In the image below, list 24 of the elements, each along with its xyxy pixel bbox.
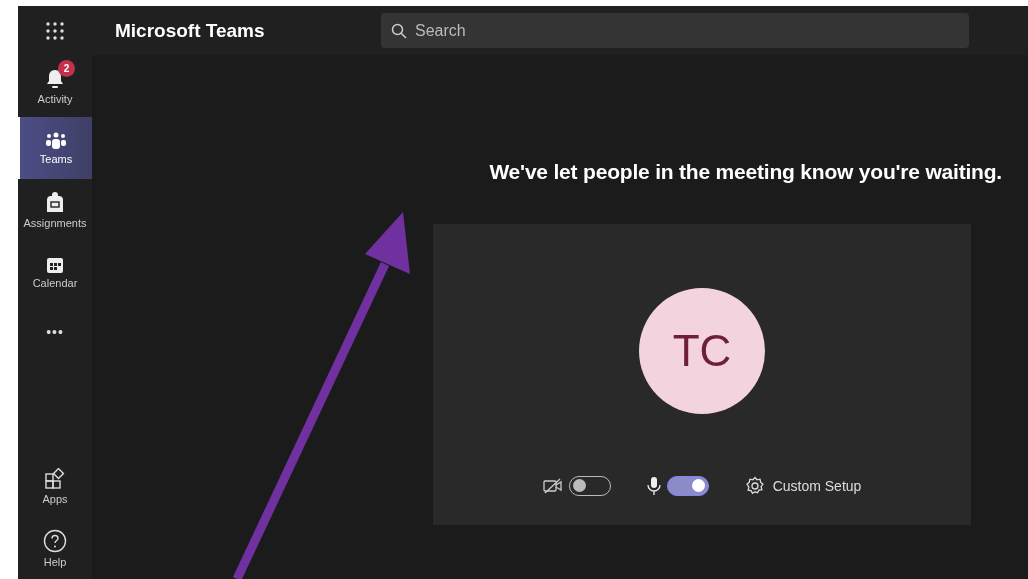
apps-icon bbox=[44, 467, 66, 490]
camera-off-icon bbox=[542, 478, 563, 494]
avatar: TC bbox=[639, 287, 765, 414]
rail-item[interactable]: Assignments bbox=[18, 179, 92, 241]
bell-icon bbox=[45, 67, 65, 90]
gear-icon bbox=[744, 476, 765, 496]
microphone-icon bbox=[646, 476, 661, 496]
custom-setup-button[interactable]: Custom Setup bbox=[744, 476, 862, 496]
app-title: Microsoft Teams bbox=[114, 19, 266, 42]
notification-badge: 2 bbox=[58, 59, 75, 77]
rail-item[interactable]: Teams bbox=[18, 117, 92, 179]
search-field[interactable]: Search bbox=[381, 13, 969, 48]
calendar-icon bbox=[46, 255, 64, 274]
backpack-icon bbox=[46, 191, 64, 214]
rail-item[interactable]: Apps bbox=[18, 455, 92, 517]
people-icon bbox=[45, 131, 67, 150]
rail-item[interactable]: Calendar bbox=[18, 241, 92, 303]
rail-item[interactable]: ••• bbox=[18, 303, 92, 361]
app-launcher-icon[interactable] bbox=[46, 21, 64, 40]
rail-item[interactable]: 2 Activity bbox=[18, 55, 92, 117]
rail-item[interactable]: Help bbox=[18, 517, 92, 579]
waiting-message: We've let people in the meeting know you're waiting. bbox=[489, 160, 1002, 184]
help-icon bbox=[43, 528, 67, 553]
microphone-toggle[interactable] bbox=[666, 476, 709, 496]
